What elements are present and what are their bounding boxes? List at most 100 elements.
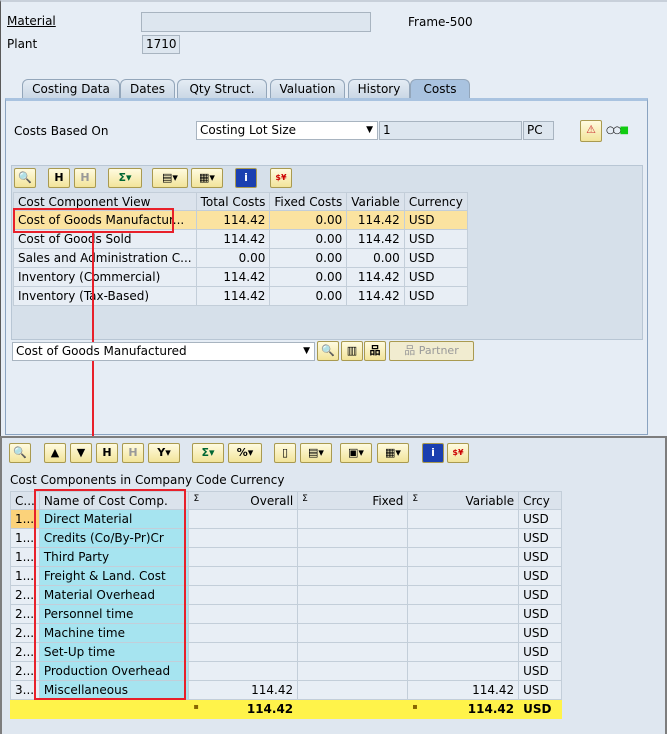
table-cell[interactable] bbox=[297, 680, 409, 700]
table-cell[interactable] bbox=[407, 642, 520, 662]
find-next-button[interactable]: H bbox=[122, 443, 144, 463]
table-cell[interactable]: 114.42 bbox=[188, 680, 299, 700]
column-header[interactable]: Σ Variable bbox=[407, 491, 520, 510]
table-cell[interactable] bbox=[188, 509, 299, 529]
sum-button[interactable]: Σ▾ bbox=[108, 168, 142, 188]
table-cell[interactable] bbox=[407, 585, 520, 605]
find-button[interactable]: H bbox=[48, 168, 70, 188]
table-cell[interactable] bbox=[188, 642, 299, 662]
table-cell[interactable]: Inventory (Commercial) bbox=[13, 267, 197, 287]
currency-button[interactable]: $¥ bbox=[270, 168, 292, 188]
table-cell[interactable]: USD bbox=[518, 547, 562, 567]
table-cell[interactable] bbox=[188, 604, 299, 624]
tab-costs[interactable]: Costs bbox=[410, 79, 470, 99]
table-cell[interactable]: USD bbox=[518, 585, 562, 605]
export-button[interactable]: ▤▾ bbox=[152, 168, 188, 188]
table-cell[interactable] bbox=[407, 509, 520, 529]
print-button[interactable]: ▯ bbox=[274, 443, 296, 463]
details-button[interactable]: 🔍 bbox=[9, 443, 31, 463]
unit-field[interactable]: PC bbox=[523, 121, 554, 140]
info-button[interactable]: i bbox=[235, 168, 257, 188]
column-header[interactable]: Total Costs bbox=[195, 192, 271, 211]
table-cell[interactable] bbox=[297, 604, 409, 624]
table-cell[interactable] bbox=[297, 642, 409, 662]
column-header[interactable]: Currency bbox=[403, 192, 468, 211]
table-cell[interactable] bbox=[297, 661, 409, 681]
currency-button[interactable]: $¥ bbox=[447, 443, 469, 463]
column-header[interactable]: Variable bbox=[346, 192, 405, 211]
table-cell[interactable] bbox=[188, 623, 299, 643]
table-cell[interactable] bbox=[407, 623, 520, 643]
tab-qty-struct[interactable]: Qty Struct. bbox=[177, 79, 267, 99]
table-cell[interactable]: 0.00 bbox=[269, 210, 348, 230]
table-cell[interactable] bbox=[188, 585, 299, 605]
table-cell[interactable] bbox=[188, 528, 299, 548]
view-select[interactable]: Cost of Goods Manufactured ▼ bbox=[12, 342, 315, 361]
quantity-field[interactable]: 1 bbox=[379, 121, 522, 140]
table-cell[interactable]: 0.00 bbox=[269, 267, 348, 287]
table-cell[interactable]: USD bbox=[403, 267, 468, 287]
sort-descending-button[interactable]: ▼ bbox=[70, 443, 92, 463]
table-cell[interactable]: 114.42 bbox=[195, 286, 271, 306]
table-cell[interactable]: Sales and Administration C... bbox=[13, 248, 197, 268]
find-button[interactable]: H bbox=[96, 443, 118, 463]
table-cell[interactable]: 114.42 bbox=[346, 286, 405, 306]
display-button[interactable]: 🔍 bbox=[317, 341, 339, 361]
column-header[interactable]: Σ Fixed bbox=[297, 491, 409, 510]
table-cell[interactable]: USD bbox=[403, 210, 468, 230]
sort-ascending-button[interactable]: ▲ bbox=[44, 443, 66, 463]
find-next-button[interactable]: H bbox=[74, 168, 96, 188]
table-cell[interactable]: USD bbox=[518, 661, 562, 681]
table-cell[interactable]: 114.42 bbox=[346, 229, 405, 249]
plant-field[interactable]: 1710 bbox=[142, 35, 180, 54]
table-cell[interactable]: Inventory (Tax-Based) bbox=[13, 286, 197, 306]
table-cell[interactable] bbox=[407, 547, 520, 567]
table-cell[interactable] bbox=[407, 528, 520, 548]
table-cell[interactable]: 0.00 bbox=[269, 229, 348, 249]
partner-button[interactable]: 品 Partner bbox=[389, 341, 474, 361]
table-cell[interactable] bbox=[407, 566, 520, 586]
table-cell[interactable]: USD bbox=[518, 528, 562, 548]
table-cell[interactable]: 0.00 bbox=[269, 286, 348, 306]
costs-based-on-select[interactable]: Costing Lot Size ▼ bbox=[196, 121, 378, 140]
table-cell[interactable]: 114.42 bbox=[346, 267, 405, 287]
layout-button[interactable]: ▦▾ bbox=[377, 443, 409, 463]
details-button[interactable]: 🔍 bbox=[14, 168, 36, 188]
table-cell[interactable] bbox=[188, 661, 299, 681]
tab-dates[interactable]: Dates bbox=[120, 79, 175, 99]
table-cell[interactable] bbox=[407, 604, 520, 624]
table-cell[interactable] bbox=[297, 585, 409, 605]
column-header[interactable]: Σ Overall bbox=[188, 491, 299, 510]
info-button[interactable]: i bbox=[422, 443, 444, 463]
table-cell[interactable] bbox=[297, 547, 409, 567]
table-cell[interactable] bbox=[297, 509, 409, 529]
filter-button[interactable]: Y▾ bbox=[148, 443, 180, 463]
table-cell[interactable]: USD bbox=[518, 604, 562, 624]
warning-log-button[interactable]: ⚠ bbox=[580, 120, 602, 142]
hierarchy-button[interactable]: 品 bbox=[364, 341, 386, 361]
table-cell[interactable]: USD bbox=[403, 286, 468, 306]
table-row[interactable]: Sales and Administration C... 0.00 0.00 0.0… bbox=[13, 248, 468, 268]
table-cell[interactable]: USD bbox=[403, 229, 468, 249]
export-button[interactable]: ▤▾ bbox=[300, 443, 332, 463]
table-cell[interactable] bbox=[297, 528, 409, 548]
column-header[interactable]: Fixed Costs bbox=[269, 192, 348, 211]
sum-button[interactable]: Σ▾ bbox=[192, 443, 224, 463]
material-label[interactable]: Material bbox=[7, 14, 56, 28]
table-cell[interactable]: 114.42 bbox=[346, 210, 405, 230]
table-cell[interactable]: 114.42 bbox=[195, 267, 271, 287]
tab-costing-data[interactable]: Costing Data bbox=[22, 79, 120, 99]
table-cell[interactable] bbox=[188, 566, 299, 586]
table-cell[interactable]: 114.42 bbox=[407, 680, 520, 700]
table-cell[interactable]: USD bbox=[518, 642, 562, 662]
table-cell[interactable]: USD bbox=[518, 623, 562, 643]
table-cell[interactable]: 0.00 bbox=[346, 248, 405, 268]
layout-button[interactable]: ▦▾ bbox=[191, 168, 223, 188]
column-header[interactable]: Crcy bbox=[518, 491, 562, 510]
table-row[interactable]: Inventory (Tax-Based) 114.42 0.00 114.42 USD bbox=[13, 286, 468, 306]
subtotal-button[interactable]: %▾ bbox=[228, 443, 262, 463]
tab-valuation[interactable]: Valuation bbox=[270, 79, 345, 99]
table-cell[interactable] bbox=[297, 566, 409, 586]
table-row[interactable]: Inventory (Commercial) 114.42 0.00 114.42 US… bbox=[13, 267, 468, 287]
table-cell[interactable]: USD bbox=[518, 509, 562, 529]
